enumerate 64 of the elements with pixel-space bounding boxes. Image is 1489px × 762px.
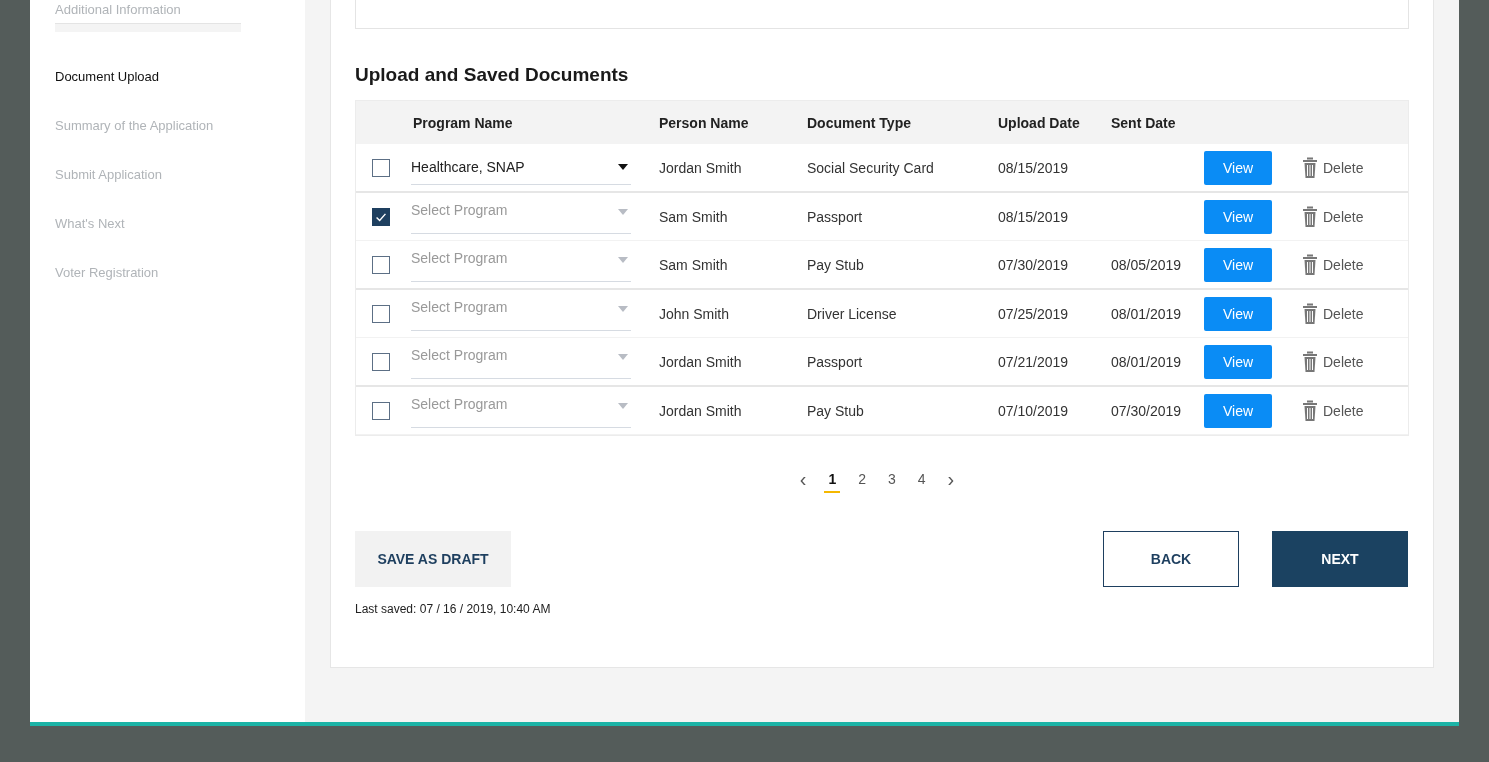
delete-button[interactable]: Delete xyxy=(1298,156,1364,179)
column-header: Program Name xyxy=(413,114,513,131)
delete-button[interactable]: Delete xyxy=(1298,205,1364,228)
column-header: Person Name xyxy=(659,114,749,131)
page-link[interactable]: 3 xyxy=(884,469,900,493)
checkbox[interactable] xyxy=(372,207,390,226)
table-cell: 07/21/2019 xyxy=(998,353,1069,370)
trash-icon xyxy=(1302,302,1318,325)
column-header: Document Type xyxy=(807,114,911,131)
delete-button[interactable]: Delete xyxy=(1298,253,1364,276)
checkbox[interactable] xyxy=(372,304,390,323)
table-cell: Jordan Smith xyxy=(659,402,742,419)
trash-icon xyxy=(1302,350,1318,373)
table-cell: Social Security Card xyxy=(807,159,934,176)
caret-icon xyxy=(617,207,629,216)
table-cell: Pay Stub xyxy=(807,256,864,273)
trash-icon xyxy=(1302,399,1318,422)
column-header: Upload Date xyxy=(998,114,1080,131)
last-saved-text: Last saved: 07 / 16 / 2019, 10:40 AM xyxy=(355,602,551,616)
table-cell: 07/25/2019 xyxy=(998,305,1069,322)
table-cell: Driver License xyxy=(807,305,897,322)
previous-page-button[interactable]: ‹ xyxy=(795,469,811,493)
trash-icon xyxy=(1302,205,1318,228)
trash-icon xyxy=(1302,156,1318,179)
delete-button[interactable]: Delete xyxy=(1298,350,1364,373)
column-header: Sent Date xyxy=(1111,114,1176,131)
table-cell: Passport xyxy=(807,208,863,225)
page-link[interactable]: 2 xyxy=(854,469,870,493)
checkbox[interactable] xyxy=(372,255,390,274)
next-page-button[interactable]: › xyxy=(943,469,959,493)
checkbox[interactable] xyxy=(372,352,390,371)
table-cell: Sam Smith xyxy=(659,256,728,273)
table-cell: 07/30/2019 xyxy=(1111,402,1182,419)
table-cell: Passport xyxy=(807,353,863,370)
caret-icon xyxy=(617,401,629,410)
caret-icon xyxy=(617,255,629,264)
delete-button[interactable]: Delete xyxy=(1298,302,1364,325)
back-button[interactable]: BACK xyxy=(1103,531,1239,587)
save-draft-button[interactable]: SAVE AS DRAFT xyxy=(355,531,511,587)
page-link[interactable]: 4 xyxy=(913,469,930,493)
table-cell: 08/01/2019 xyxy=(1111,353,1182,370)
next-button[interactable]: NEXT xyxy=(1272,531,1408,587)
table-cell: Jordan Smith xyxy=(659,159,742,176)
table-cell: 08/05/2019 xyxy=(1111,256,1182,273)
caret-icon xyxy=(617,304,629,313)
table-cell: 07/30/2019 xyxy=(998,256,1069,273)
table-cell: 08/15/2019 xyxy=(998,159,1069,176)
table-cell: Jordan Smith xyxy=(659,353,742,370)
delete-button[interactable]: Delete xyxy=(1298,399,1364,422)
caret-icon xyxy=(617,163,629,171)
table-cell: 08/15/2019 xyxy=(998,208,1069,225)
page-link[interactable]: 1 xyxy=(824,469,841,493)
table-cell: 07/10/2019 xyxy=(998,402,1069,419)
table-cell: 08/01/2019 xyxy=(1111,305,1182,322)
table-cell: Sam Smith xyxy=(659,208,728,225)
table-cell: John Smith xyxy=(659,305,730,322)
program-select[interactable]: Healthcare, SNAP xyxy=(411,150,631,185)
checkbox[interactable] xyxy=(372,401,390,420)
table-cell: Pay Stub xyxy=(807,402,864,419)
trash-icon xyxy=(1302,253,1318,276)
checkbox[interactable] xyxy=(372,158,390,177)
caret-icon xyxy=(617,352,629,361)
section-title: Upload and Saved Documents xyxy=(355,63,629,87)
sidebar-item[interactable]: Document Upload xyxy=(55,69,160,85)
